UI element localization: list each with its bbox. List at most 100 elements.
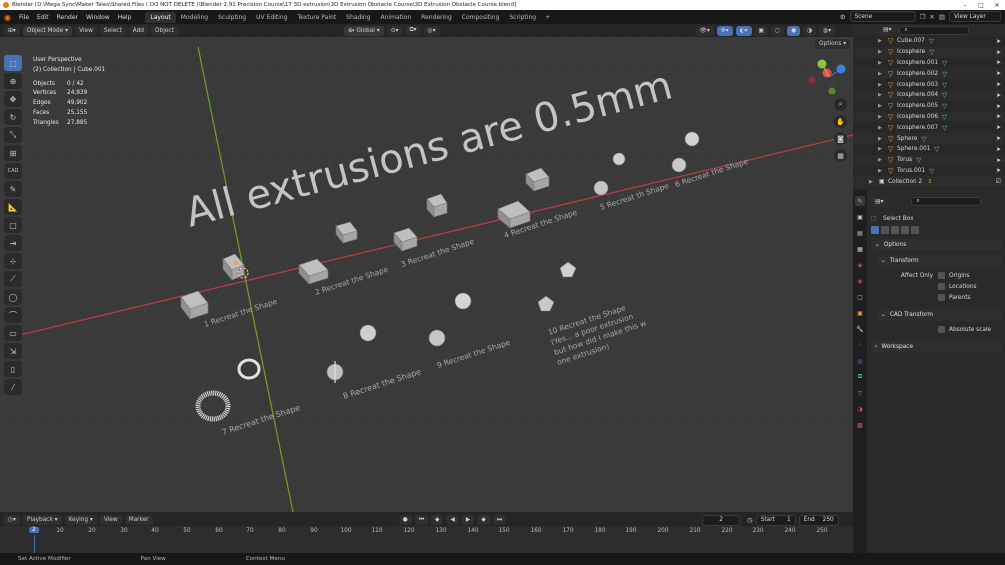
menu-object[interactable]: Object xyxy=(150,25,178,36)
gizmo-icon[interactable]: ✥▾ xyxy=(716,25,733,36)
mode-extend-icon[interactable] xyxy=(881,225,889,234)
viewlayer-field[interactable]: View Layer xyxy=(949,11,1001,22)
loop-cut-icon[interactable]: ◯ xyxy=(4,289,22,305)
play-icon[interactable]: ▶ xyxy=(461,515,475,525)
outliner-search-input[interactable]: ⌕ xyxy=(899,25,970,35)
new-scene-icon[interactable]: ❐ xyxy=(920,13,926,21)
select-toggle-icon[interactable]: ➤ xyxy=(996,167,1001,174)
object-tab-icon[interactable]: ▣ xyxy=(855,308,865,318)
expand-arrow-icon[interactable]: ▶ xyxy=(878,60,888,66)
maximize-button[interactable]: □ xyxy=(973,2,989,9)
timeline-editor-type[interactable]: ◷▾ xyxy=(4,515,20,525)
outliner-filter-icon[interactable]: ▤▾ xyxy=(879,25,896,35)
clock-icon[interactable]: ◷ xyxy=(747,516,753,524)
select-toggle-icon[interactable]: ➤ xyxy=(996,49,1001,56)
expand-arrow-icon[interactable]: ▶ xyxy=(878,71,888,77)
rotate-icon[interactable]: ↻ xyxy=(4,109,22,125)
modifier-tab-icon[interactable]: 🔧 xyxy=(855,324,865,334)
scene-tab-icon[interactable]: ◈ xyxy=(855,260,865,270)
outliner-row[interactable]: ▶ ▽ Icosphere.004 ▽ ➤ xyxy=(853,89,1005,101)
menu-add[interactable]: Add xyxy=(128,25,148,36)
expand-arrow-icon[interactable]: ▶ xyxy=(878,157,888,163)
expand-arrow-icon[interactable]: ▶ xyxy=(878,38,888,44)
expand-arrow-icon[interactable]: ▶ xyxy=(878,125,888,131)
sphere-9[interactable] xyxy=(428,329,446,347)
playhead-marker[interactable]: 2 xyxy=(29,527,39,533)
material-tab-icon[interactable]: ◑ xyxy=(855,404,865,414)
select-toggle-icon[interactable]: ➤ xyxy=(996,135,1001,142)
tab-sculpting[interactable]: Sculpting xyxy=(213,12,251,23)
expand-arrow-icon[interactable]: ▶ xyxy=(878,168,888,174)
outliner-row[interactable]: ▶ ▽ Icosphere.006 ▽ ➤ xyxy=(853,111,1005,123)
inset-icon[interactable]: ⊹ xyxy=(4,253,22,269)
origins-checkbox[interactable] xyxy=(938,272,945,279)
proportional-icon[interactable]: ◎▾ xyxy=(423,25,440,36)
parents-checkbox[interactable] xyxy=(938,294,945,301)
select-toggle-icon[interactable]: ➤ xyxy=(996,81,1001,88)
outliner-row[interactable]: ▶ ▽ Icosphere ▽ ➤ xyxy=(853,46,1005,58)
outliner-row[interactable]: ▶ ▽ Cube.007 ▽ ➤ xyxy=(853,36,1005,47)
outliner-row[interactable]: ▶ ▽ Icosphere.007 ▽ ➤ xyxy=(853,122,1005,133)
add-cube-icon[interactable]: ▢ xyxy=(4,217,22,233)
menu-render[interactable]: Render xyxy=(53,14,82,21)
outliner-row[interactable]: ▶ ▽ Torus.001 ▽ ➤ xyxy=(853,166,1005,177)
world-tab-icon[interactable]: ◉ xyxy=(855,276,865,286)
select-toggle-icon[interactable]: ➤ xyxy=(996,113,1001,120)
icosphere-5[interactable] xyxy=(593,180,609,196)
jump-start-icon[interactable]: ⏮ xyxy=(414,515,428,525)
scale-icon[interactable]: ⤡ xyxy=(4,127,22,143)
constraints-tab-icon[interactable]: ⧉ xyxy=(855,372,865,382)
orientation-dropdown[interactable]: ⟴ Global ▾ xyxy=(343,25,384,36)
mode-set-icon[interactable] xyxy=(871,225,879,234)
gizmo-neg-x-icon[interactable] xyxy=(808,76,816,84)
output-tab-icon[interactable]: ▤ xyxy=(855,228,865,238)
ortho-grid-icon[interactable]: ▦ xyxy=(834,149,847,162)
mode-intersect-icon[interactable] xyxy=(911,225,919,234)
data-tab-icon[interactable]: ▽ xyxy=(855,388,865,398)
start-frame-field[interactable]: Start 1 xyxy=(755,514,796,526)
select-toggle-icon[interactable]: ➤ xyxy=(996,103,1001,110)
icosphere-5-top[interactable] xyxy=(612,152,626,166)
minimize-button[interactable]: – xyxy=(957,2,973,9)
tab-texture-paint[interactable]: Texture Paint xyxy=(292,12,341,23)
extrude-icon[interactable]: ⇥ xyxy=(4,235,22,251)
expand-arrow-icon[interactable]: ▶ xyxy=(878,136,888,142)
shading-material-icon[interactable]: ◑ xyxy=(803,25,817,36)
play-reverse-icon[interactable]: ◀ xyxy=(446,515,459,525)
tab-animation[interactable]: Animation xyxy=(376,12,417,23)
timeline-ruler[interactable]: 10 20 30 40 50 60 70 80 90 100 110 120 1… xyxy=(0,526,853,553)
record-icon[interactable]: ● xyxy=(398,515,412,525)
sphere-8-top[interactable] xyxy=(359,324,377,342)
tab-compositing[interactable]: Compositing xyxy=(457,12,505,23)
sphere-6[interactable] xyxy=(671,157,687,173)
select-toggle-icon[interactable]: ➤ xyxy=(996,70,1001,77)
cad-icon[interactable]: CAD xyxy=(4,163,22,179)
move-icon[interactable]: ✥ xyxy=(4,91,22,107)
sphere-6-top[interactable] xyxy=(684,131,700,147)
absolute-scale-checkbox[interactable] xyxy=(938,326,945,333)
scene-field[interactable]: Scene xyxy=(849,11,916,22)
props-display-icon[interactable]: ▤▾ xyxy=(871,196,888,207)
select-toggle-icon[interactable]: ➤ xyxy=(996,157,1001,164)
props-search-input[interactable]: ⌕ xyxy=(911,197,982,206)
viewlayer-icon[interactable]: ▤ xyxy=(939,13,945,21)
end-frame-field[interactable]: End 250 xyxy=(798,514,839,526)
select-toggle-icon[interactable]: ➤ xyxy=(996,59,1001,66)
pan-hand-icon[interactable]: ✋ xyxy=(834,115,847,128)
outliner-row[interactable]: ▶ ▽ Sphere.001 ▽ ➤ xyxy=(853,144,1005,155)
next-key-icon[interactable]: ◆ xyxy=(477,515,490,525)
view-layer-tab-icon[interactable]: ▦ xyxy=(855,244,865,254)
menu-file[interactable]: File xyxy=(15,14,33,21)
cursor-icon[interactable]: ⊕ xyxy=(4,73,22,89)
timeline-menu-marker[interactable]: Marker xyxy=(124,515,153,525)
expand-arrow-icon[interactable]: ▶ xyxy=(878,49,888,55)
physics-tab-icon[interactable]: ◎ xyxy=(855,356,865,366)
collection-checkbox-icon[interactable]: ☑ xyxy=(996,178,1001,185)
transform-panel-header[interactable]: ⌄ Transform xyxy=(877,255,1001,267)
knife-icon[interactable]: ⌒ xyxy=(4,307,22,323)
menu-select[interactable]: Select xyxy=(99,25,126,36)
prev-key-icon[interactable]: ◆ xyxy=(430,515,444,525)
delete-scene-icon[interactable]: ✕ xyxy=(929,13,934,21)
pivot-icon[interactable]: ⊙▾ xyxy=(386,25,403,36)
rip-icon[interactable]: ⁄ xyxy=(4,379,22,395)
